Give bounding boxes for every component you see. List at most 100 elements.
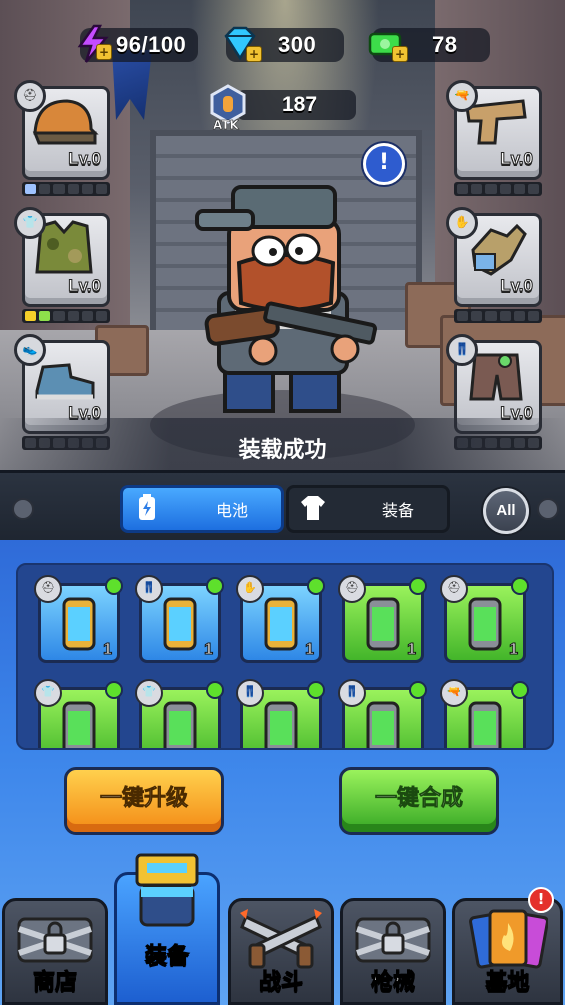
- attack-power: 187 ATK: [210, 84, 356, 132]
- nav-base-badge: !: [528, 887, 554, 913]
- locked-chain-icon: [355, 917, 431, 963]
- slot-gloves[interactable]: Lv.0 ✋: [446, 207, 542, 325]
- tab-equipment-label: 装备: [381, 501, 414, 520]
- new-dot: [307, 577, 325, 595]
- nav-shop-label: 商店: [32, 970, 77, 996]
- rivet: [12, 498, 34, 520]
- armor-slot-icon: 👕: [34, 679, 62, 707]
- inventory-item[interactable]: 👕: [135, 679, 224, 748]
- new-dot: [206, 681, 224, 699]
- helmet-slot-icon: ⛑: [440, 575, 468, 603]
- new-dot: [511, 681, 529, 699]
- upgrade-bar: [22, 182, 110, 196]
- inventory-item[interactable]: ⛑ 1: [440, 575, 529, 663]
- upgrade-bar: [454, 309, 542, 323]
- slot-level: Lv.0: [68, 276, 102, 296]
- new-dot: [105, 681, 123, 699]
- info-alert-icon[interactable]: !: [363, 143, 405, 185]
- crossed-guns-icon: [240, 909, 322, 969]
- cash-value: 78: [432, 32, 458, 57]
- pants-slot-icon: 👖: [135, 575, 163, 603]
- merge-all-button[interactable]: 一键合成: [339, 767, 499, 835]
- nav-shop[interactable]: 商店: [2, 898, 108, 1005]
- inventory-item[interactable]: 🔫: [440, 679, 529, 748]
- nav-weapons-label: 枪械: [370, 970, 415, 996]
- item-count: 1: [103, 641, 113, 659]
- energy-counter[interactable]: + 96/100: [77, 24, 198, 63]
- nav-base[interactable]: 基地: [452, 898, 563, 1005]
- battery-armor-icon: [135, 853, 199, 927]
- pants-slot-icon: 👖: [338, 679, 366, 707]
- new-dot: [409, 577, 427, 595]
- inventory-item[interactable]: 👖 1: [135, 575, 224, 663]
- hero-character[interactable]: [195, 185, 380, 425]
- inventory-item[interactable]: ⛑ 1: [338, 575, 427, 663]
- tab-battery[interactable]: 电池: [120, 485, 284, 533]
- equipment-scene: + 96/100 + 300 + 78 187 ATK ! Lv.0 ⛑ Lv.…: [0, 0, 565, 470]
- gems-value: 300: [278, 32, 317, 57]
- gloves-slot-icon: ✋: [236, 575, 264, 603]
- slot-level: Lv.0: [500, 149, 534, 169]
- new-dot: [206, 577, 224, 595]
- helmet-slot-icon: ⛑: [14, 80, 46, 112]
- battery-item-icon: [163, 597, 197, 651]
- battery-item-icon: [62, 701, 96, 748]
- pants-slot-icon: 👖: [236, 679, 264, 707]
- nav-weapons[interactable]: 枪械: [340, 898, 446, 1005]
- shirt-icon: [301, 496, 325, 520]
- gun-slot-icon: 🔫: [440, 679, 468, 707]
- pants-slot-icon: 👖: [446, 334, 478, 366]
- gloves-slot-icon: ✋: [446, 207, 478, 239]
- battery-item-icon: [264, 597, 298, 651]
- toast-text: 装载成功: [238, 438, 327, 463]
- nav-equipment[interactable]: 装备: [114, 853, 220, 1005]
- cash-counter[interactable]: + 78: [368, 28, 490, 62]
- energy-value: 96/100: [116, 32, 187, 57]
- locked-chain-icon: [17, 917, 93, 963]
- slot-armor[interactable]: Lv.0 👕: [14, 207, 110, 325]
- inventory-item[interactable]: ⛑ 1: [34, 575, 123, 663]
- new-dot: [409, 681, 427, 699]
- all-filter-button[interactable]: All: [483, 488, 529, 534]
- battery-item-icon: [62, 597, 96, 651]
- add-energy-icon[interactable]: +: [96, 44, 112, 60]
- add-gems-icon[interactable]: +: [246, 46, 262, 62]
- nav-base-label: 基地: [485, 970, 530, 996]
- upgrade-bar: [454, 182, 542, 196]
- battery-item-icon: [468, 597, 502, 651]
- nav-equipment-label: 装备: [144, 944, 189, 970]
- battery-icon: [139, 494, 155, 520]
- cards-icon: [468, 909, 548, 969]
- nav-battle-label: 战斗: [258, 970, 303, 996]
- battery-item-icon: [366, 597, 400, 651]
- armor-slot-icon: 👕: [135, 679, 163, 707]
- toast-banner: 装载成功: [0, 418, 565, 470]
- upgrade-all-button[interactable]: 一键升级: [64, 767, 224, 835]
- attack-label: ATK: [213, 118, 239, 132]
- gems-counter[interactable]: + 300: [224, 26, 344, 62]
- new-dot: [511, 577, 529, 595]
- slot-gun[interactable]: Lv.0 🔫: [446, 80, 542, 198]
- tab-equipment[interactable]: 装备: [286, 485, 450, 533]
- upgrade-bar: [22, 309, 110, 323]
- slot-level: Lv.0: [68, 149, 102, 169]
- tab-battery-label: 电池: [215, 501, 248, 520]
- inventory-item[interactable]: ✋ 1: [236, 575, 325, 663]
- inventory-item[interactable]: 👕: [34, 679, 123, 748]
- inventory-item[interactable]: 👖: [236, 679, 325, 748]
- helmet-slot-icon: ⛑: [34, 575, 62, 603]
- battery-item-icon: [468, 701, 502, 748]
- item-count: 1: [305, 641, 315, 659]
- nav-battle[interactable]: 战斗: [228, 898, 334, 1005]
- rivet: [537, 498, 559, 520]
- item-count: 1: [509, 641, 519, 659]
- attack-value: 187: [282, 93, 318, 116]
- helmet-slot-icon: ⛑: [338, 575, 366, 603]
- new-dot: [105, 577, 123, 595]
- inventory-item[interactable]: 👖: [338, 679, 427, 748]
- slot-level: Lv.0: [500, 276, 534, 296]
- slot-helmet[interactable]: Lv.0 ⛑: [14, 80, 110, 198]
- add-cash-icon[interactable]: +: [392, 46, 408, 62]
- item-count: 1: [407, 641, 417, 659]
- new-dot: [307, 681, 325, 699]
